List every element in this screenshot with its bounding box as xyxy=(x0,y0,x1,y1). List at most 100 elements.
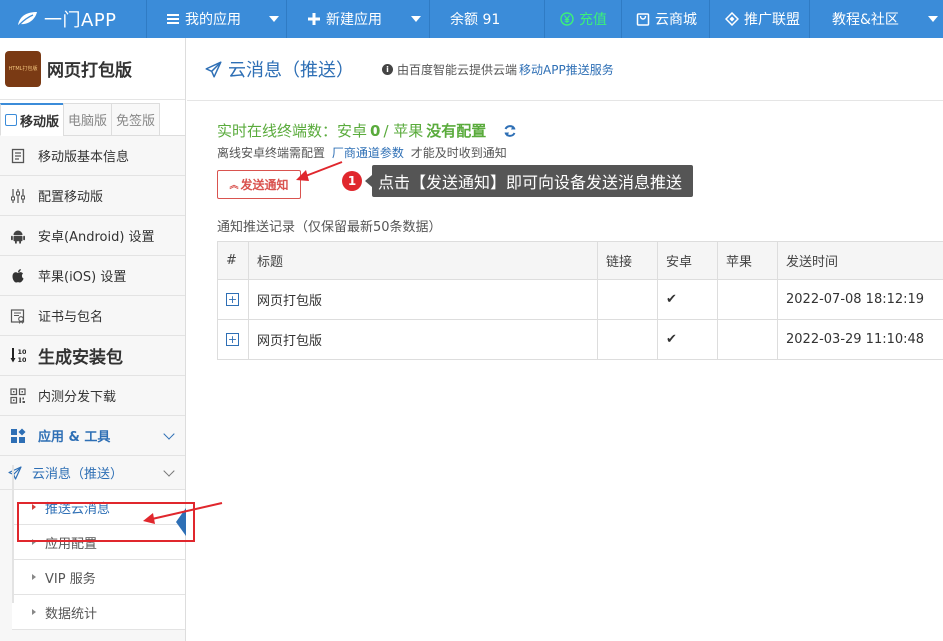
sort-numeric-icon: 10 10 xyxy=(10,347,27,364)
sidebar-item-label: 移动版基本信息 xyxy=(38,150,130,165)
offline-post: 才能及时收到通知 xyxy=(410,146,507,160)
online-terminals: 实时在线终端数：安卓 0 / 苹果 没有配置 xyxy=(217,120,517,141)
push-service-link[interactable]: 移动APP推送服务 xyxy=(519,61,614,78)
android-icon xyxy=(10,228,26,244)
document-icon xyxy=(10,148,26,164)
row-title: 网页打包版 xyxy=(248,319,598,360)
row-link xyxy=(597,279,658,320)
online-sep: / 苹果 xyxy=(383,122,424,140)
qrcode-icon xyxy=(10,387,26,404)
top-nav: 一门APP 我的应用 新建应用 余额 91 充值 云商城 推广联盟 教程&社区 xyxy=(0,0,943,38)
sidebar-item-basic-info[interactable]: 移动版基本信息 xyxy=(0,136,185,176)
hint-tooltip: 点击【发送通知】即可向设备发送消息推送 xyxy=(365,165,693,197)
apple-icon xyxy=(10,268,26,284)
row-time: 2022-03-29 11:10:48 xyxy=(777,319,943,360)
chevron-down-icon xyxy=(163,464,175,477)
sidebar-item-label: 安卓(Android) 设置 xyxy=(38,230,155,245)
expand-cell[interactable]: + xyxy=(217,319,249,360)
brand-logo[interactable]: 一门APP xyxy=(0,0,146,38)
refresh-icon[interactable] xyxy=(503,124,517,138)
col-ios: 苹果 xyxy=(717,241,778,280)
sidebar-subitem-vip[interactable]: VIP 服务 xyxy=(12,560,185,595)
double-chevron-up-icon: ︽ xyxy=(229,181,239,191)
table-row: + 网页打包版 ✔ 2022-07-08 18:12:19 xyxy=(217,279,943,320)
sidebar-subitem-stats[interactable]: 数据统计 xyxy=(12,595,185,630)
tab-mobile[interactable]: 移动版 xyxy=(0,103,65,136)
list-icon xyxy=(166,12,180,26)
nav-recharge-label: 充值 xyxy=(579,12,607,28)
app-header: HTML打包版 网页打包版 xyxy=(0,38,185,100)
chevron-down-icon xyxy=(163,427,175,440)
nav-new-app[interactable]: 新建应用 xyxy=(286,0,429,38)
mobile-icon xyxy=(5,114,17,126)
nav-cloud-store-label: 云商城 xyxy=(655,12,697,28)
page-header: 云消息（推送） i 由百度智能云提供云端 移动APP推送服务 xyxy=(187,38,943,101)
sidebar-item-label: 应用 & 工具 xyxy=(38,430,111,445)
tab-no-sign-label: 免签版 xyxy=(116,114,156,129)
yen-coin-icon xyxy=(560,12,574,26)
diamond-icon xyxy=(724,11,740,27)
sidebar-item-label: 生成安装包 xyxy=(38,348,123,368)
sidebar-item-label: 内测分发下载 xyxy=(38,390,117,405)
version-tabs: 移动版 电脑版 免签版 xyxy=(0,100,185,136)
sidebar: HTML打包版 网页打包版 移动版 电脑版 免签版 移动版基本信息 配置移动版 … xyxy=(0,38,186,641)
row-android-check: ✔ xyxy=(657,279,718,320)
nav-tutorials[interactable]: 教程&社区 xyxy=(809,0,943,38)
vendor-channel-link[interactable]: 厂商通道参数 xyxy=(332,146,404,160)
tab-desktop[interactable]: 电脑版 xyxy=(63,103,113,136)
nav-affiliate-label: 推广联盟 xyxy=(744,12,800,28)
main-content: 云消息（推送） i 由百度智能云提供云端 移动APP推送服务 实时在线终端数：安… xyxy=(187,38,943,641)
annotation-highlight-box xyxy=(17,502,195,542)
sidebar-item-beta[interactable]: 内测分发下载 xyxy=(0,376,185,416)
app-icon: HTML打包版 xyxy=(5,50,41,87)
plus-icon xyxy=(307,12,321,26)
sidebar-item-label: 云消息（推送） xyxy=(32,467,124,482)
chevron-down-icon xyxy=(269,16,279,22)
svg-text:10: 10 xyxy=(18,356,27,364)
row-title: 网页打包版 xyxy=(248,279,598,320)
offline-note: 离线安卓终端需配置 厂商通道参数 才能及时收到通知 xyxy=(217,144,507,161)
sidebar-item-build[interactable]: 10 10 生成安装包 xyxy=(0,336,185,376)
brand-name: 一门APP xyxy=(44,10,117,31)
nav-my-apps[interactable]: 我的应用 xyxy=(146,0,286,38)
row-time: 2022-07-08 18:12:19 xyxy=(777,279,943,320)
caret-right-icon xyxy=(32,574,36,580)
sidebar-item-tools[interactable]: 应用 & 工具 xyxy=(0,416,185,456)
sidebar-item-android[interactable]: 安卓(Android) 设置 xyxy=(0,216,185,256)
nav-balance-label: 余额 91 xyxy=(450,12,501,28)
paper-plane-icon xyxy=(8,465,22,480)
row-android-check: ✔ xyxy=(657,319,718,360)
svg-text:10: 10 xyxy=(18,348,27,356)
page-note-text: 由百度智能云提供云端 xyxy=(397,62,518,77)
expand-plus-icon[interactable]: + xyxy=(226,333,239,346)
nav-cloud-store[interactable]: 云商城 xyxy=(621,0,709,38)
offline-pre: 离线安卓终端需配置 xyxy=(217,146,326,160)
nav-my-apps-label: 我的应用 xyxy=(185,12,241,28)
sidebar-item-config[interactable]: 配置移动版 xyxy=(0,176,185,216)
tab-desktop-label: 电脑版 xyxy=(68,114,108,129)
nav-recharge[interactable]: 充值 xyxy=(544,0,621,38)
send-notification-label: 发送通知 xyxy=(240,178,289,192)
col-index: # xyxy=(217,241,249,280)
online-android-count: 0 xyxy=(370,121,381,140)
expand-cell[interactable]: + xyxy=(217,279,249,320)
hint-number-badge: 1 xyxy=(342,171,362,191)
app-name: 网页打包版 xyxy=(47,61,132,81)
sidebar-item-ios[interactable]: 苹果(iOS) 设置 xyxy=(0,256,185,296)
certificate-icon xyxy=(10,308,26,324)
paper-plane-icon xyxy=(205,60,222,78)
tab-no-sign[interactable]: 免签版 xyxy=(111,103,161,136)
col-link: 链接 xyxy=(597,241,658,280)
records-title: 通知推送记录（仅保留最新50条数据） xyxy=(217,220,442,235)
nav-affiliate[interactable]: 推广联盟 xyxy=(709,0,809,38)
sidebar-subitem-label: 数据统计 xyxy=(45,606,98,622)
sliders-icon xyxy=(10,188,26,204)
sidebar-item-cloud-msg[interactable]: 云消息（推送） xyxy=(0,456,185,490)
page-title: 云消息（推送） xyxy=(228,60,354,81)
table-header-row: # 标题 链接 安卓 苹果 发送时间 xyxy=(217,241,943,280)
send-notification-button[interactable]: ︽ 发送通知 xyxy=(217,170,301,199)
nav-balance[interactable]: 余额 91 xyxy=(429,0,544,38)
sidebar-item-label: 证书与包名 xyxy=(38,310,104,325)
sidebar-item-cert[interactable]: 证书与包名 xyxy=(0,296,185,336)
expand-plus-icon[interactable]: + xyxy=(226,293,239,306)
